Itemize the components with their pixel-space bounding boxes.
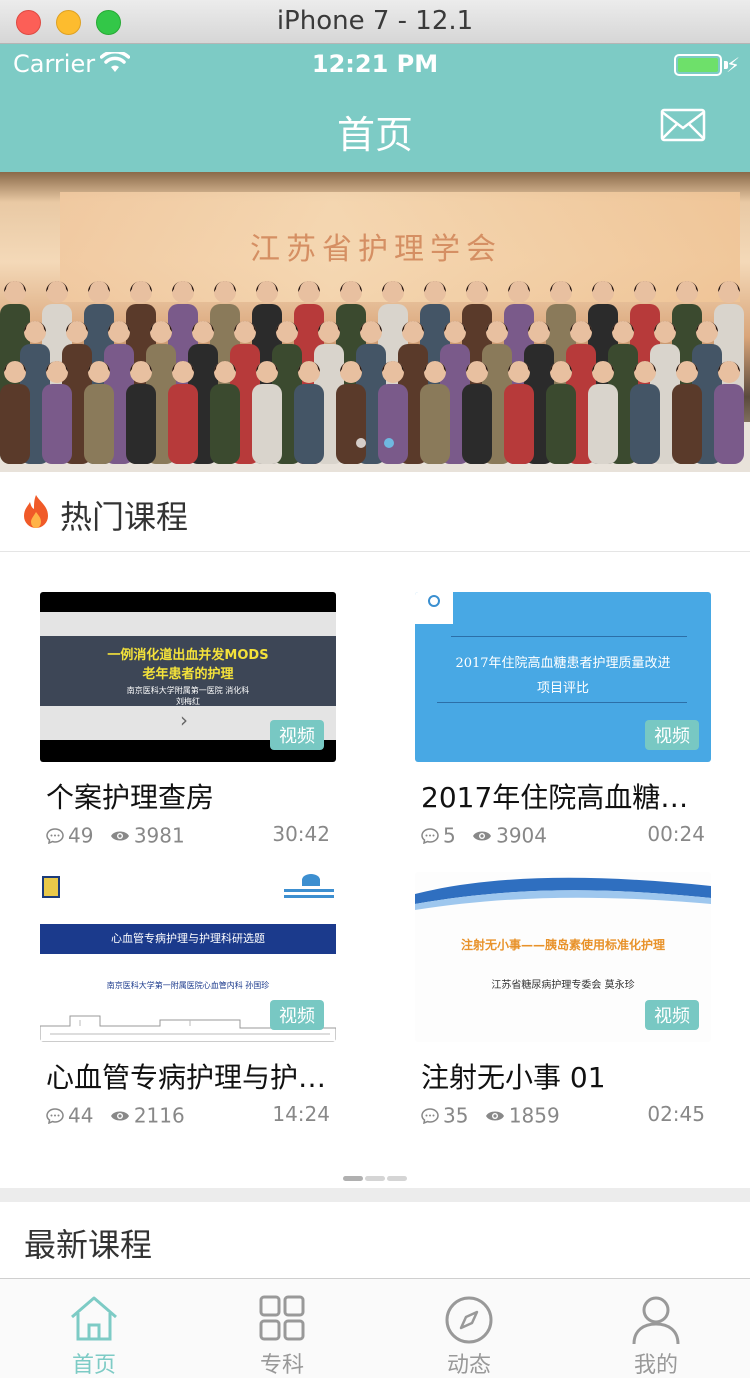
course-title[interactable]: 个案护理查房 [40,776,330,816]
comment-count: 5 [443,823,456,848]
thumb-line2: 江苏省糖尿病护理专委会 莫永珍 [491,980,635,991]
hospital-logo [284,874,334,904]
comment-icon [421,1107,439,1124]
section-title-newest: 最新课程 [24,1226,153,1264]
compass-icon [445,1296,493,1344]
thumb-rule-bottom [437,702,687,703]
banner-overlay-text: 江苏省护理学会 [250,232,502,267]
mail-icon[interactable] [660,108,706,142]
navigation-bar: 首页 [0,86,750,172]
video-badge: 视频 [645,720,699,750]
tab-label: 首页 [71,1353,116,1378]
comment-count: 49 [68,823,94,848]
page-dot[interactable] [387,1176,407,1181]
course-thumbnail[interactable]: 2017年住院高血糖患者护理质量改进 项目评比 视频 [415,592,711,762]
course-card[interactable]: 一例消化道出血并发MODS 老年患者的护理 南京医科大学附属第一医院 消化科 刘… [40,592,336,848]
video-badge: 视频 [270,720,324,750]
course-card[interactable]: 注射无小事——胰岛素使用标准化护理 江苏省糖尿病护理专委会 莫永珍 视频 注射无… [415,872,711,1128]
hot-courses-header: 热门课程 [0,472,750,552]
course-duration: 00:24 [647,822,705,846]
thumb-line2: 项目评比 [536,681,589,696]
eye-icon [110,831,129,840]
thumb-rule-top [451,636,687,637]
view-count: 2116 [133,1103,185,1128]
thumb-line3: 南京医科大学附属第一医院 消化科 [126,686,250,695]
simulator-title-bar: iPhone 7 - 12.1 [0,0,750,44]
charging-icon: ⚡ [725,53,740,77]
thumb-line2: 老年患者的护理 [142,667,234,682]
tab-label: 专科 [259,1353,304,1378]
section-divider [0,1188,750,1202]
course-page-indicator [0,1166,750,1185]
course-title[interactable]: 2017年住院高血糖患者护理质量改进项目评比 [415,776,705,816]
comment-count: 44 [68,1103,94,1128]
course-duration: 14:24 [272,1102,330,1126]
banner-dot-active[interactable] [384,438,394,448]
banner-dot[interactable] [356,438,366,448]
user-icon [632,1296,680,1345]
page-dot-active[interactable] [343,1176,363,1181]
course-card[interactable]: 心血管专病护理与护理科研选题 南京医科大学第一附属医院心血管内科 孙国珍 视频 … [40,872,336,1128]
simulator-title: iPhone 7 - 12.1 [276,6,474,36]
thumb-line1: 一例消化道出血并发MODS [107,648,269,663]
course-thumbnail[interactable]: 心血管专病护理与护理科研选题 南京医科大学第一附属医院心血管内科 孙国珍 视频 [40,872,336,1042]
page-title: 首页 [336,113,413,157]
view-count: 1859 [508,1103,560,1128]
thumb-line2: 南京医科大学第一附属医院心血管内科 孙国珍 [106,981,270,990]
comment-icon [46,1107,64,1124]
video-badge: 视频 [645,1000,699,1030]
home-icon [71,1296,117,1341]
view-count: 3904 [496,823,547,848]
course-grid: 一例消化道出血并发MODS 老年患者的护理 南京医科大学附属第一医院 消化科 刘… [0,552,750,1188]
page-dot[interactable] [365,1176,385,1181]
course-duration: 30:42 [272,822,330,846]
comment-icon [421,827,439,844]
section-title-hot: 热门课程 [60,498,189,536]
comment-icon [46,827,64,844]
course-title[interactable]: 注射无小事 01 [415,1056,705,1096]
eye-icon [485,1111,504,1120]
eye-icon [110,1111,129,1120]
view-count: 3981 [133,823,185,848]
tab-activity[interactable]: 动态 [375,1279,563,1378]
hospital-crest-icon [42,876,60,898]
banner-carousel[interactable]: 江苏省护理学会 [0,172,750,472]
tab-label: 我的 [633,1353,678,1378]
course-duration: 02:45 [647,1102,705,1126]
grid-icon [259,1295,305,1341]
banner-page-indicator [0,433,750,452]
thumb-strip [40,612,336,636]
world-diabetes-day-logo [415,592,453,624]
tab-bar: 首页 专科 动态 我的 [0,1278,750,1378]
status-bar: Carrier 12:21 PM ⚡ [0,44,750,86]
thumb-title-panel: 一例消化道出血并发MODS 老年患者的护理 南京医科大学附属第一医院 消化科 刘… [40,636,336,706]
tab-specialty[interactable]: 专科 [188,1279,376,1378]
thumb-line1: 注射无小事——胰岛素使用标准化护理 [460,938,665,952]
thumb-line1: 心血管专病护理与护理科研选题 [40,924,336,954]
course-thumbnail[interactable]: 注射无小事——胰岛素使用标准化护理 江苏省糖尿病护理专委会 莫永珍 视频 [415,872,711,1042]
thumb-line1: 2017年住院高血糖患者护理质量改进 [455,656,671,671]
flame-icon [24,495,48,528]
course-title[interactable]: 心血管专病护理与护理科研选题 [40,1056,330,1096]
course-meta: 44 2116 14:24 [40,1102,336,1128]
tab-home[interactable]: 首页 [0,1279,188,1378]
chevron-right-icon: › [180,708,188,732]
tab-label: 动态 [446,1353,491,1378]
eye-icon [473,831,492,840]
status-time: 12:21 PM [311,50,439,78]
course-card[interactable]: 2017年住院高血糖患者护理质量改进 项目评比 视频 2017年住院高血糖患者护… [415,592,711,848]
battery-icon [674,54,722,76]
thumb-wave-header [415,877,711,910]
course-meta: 49 3981 30:42 [40,822,336,848]
video-badge: 视频 [270,1000,324,1030]
course-thumbnail[interactable]: 一例消化道出血并发MODS 老年患者的护理 南京医科大学附属第一医院 消化科 刘… [40,592,336,762]
newest-courses-header: 最新课程 [0,1202,750,1278]
tab-profile[interactable]: 我的 [562,1279,750,1378]
course-meta: 35 1859 02:45 [415,1102,711,1128]
course-meta: 5 3904 00:24 [415,822,711,848]
comment-count: 35 [443,1103,469,1128]
